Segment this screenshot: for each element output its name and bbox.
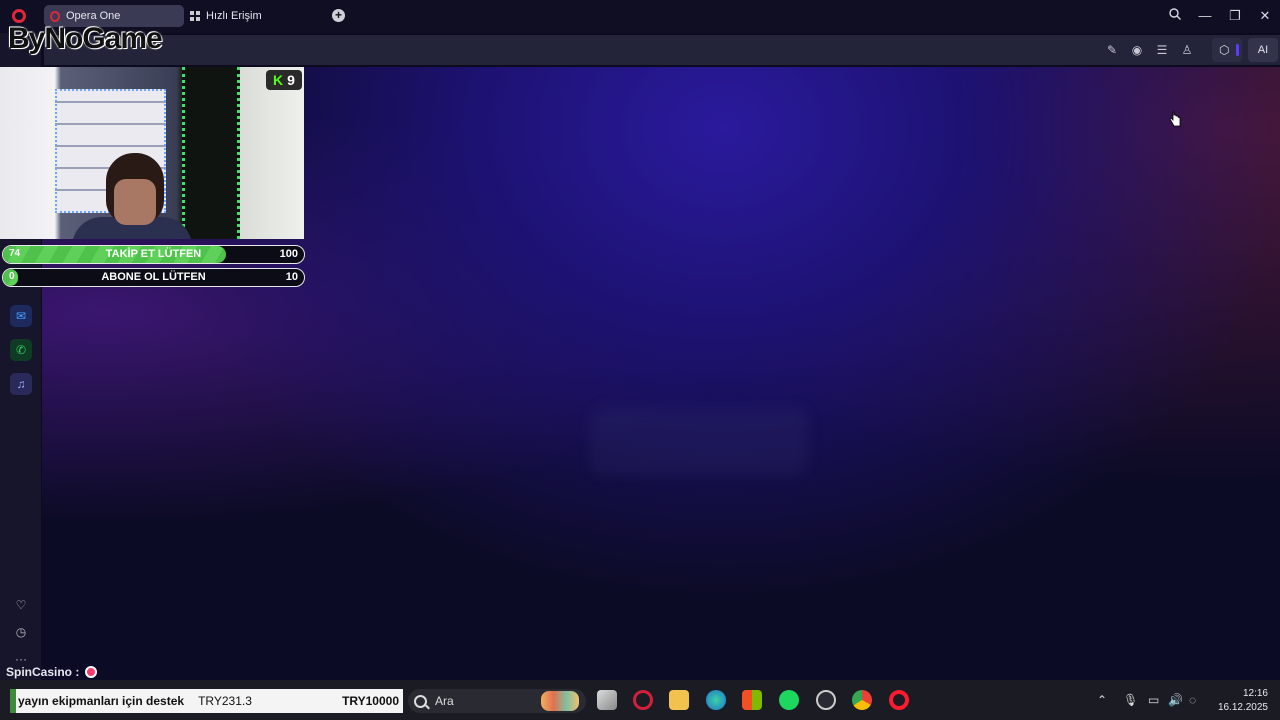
goal-max: 100 <box>279 248 298 260</box>
task-view-icon[interactable] <box>597 690 617 710</box>
donation-ticker: yayın ekipmanları için destek TRY231.3 T… <box>10 689 403 713</box>
tab-label: Opera One <box>66 10 121 22</box>
ticker-amount: TRY231.3 <box>198 694 252 708</box>
led-strip-image <box>182 67 240 239</box>
hand-cursor-icon <box>1169 111 1181 127</box>
restore-icon[interactable]: ❐ <box>1225 6 1245 26</box>
chat-username: SpinCasino : <box>6 665 80 679</box>
cube-button[interactable]: ⬡ <box>1212 38 1242 62</box>
edge-icon[interactable] <box>706 690 726 710</box>
blurred-element <box>590 407 808 475</box>
opera-tab-icon <box>50 10 60 22</box>
search-placeholder: Ara <box>435 694 454 708</box>
chat-message: SpinCasino : <box>6 665 98 679</box>
mic-icon[interactable]: 🎙 <box>1123 693 1138 707</box>
file-explorer-icon[interactable] <box>669 690 689 710</box>
chevron-up-icon[interactable]: ⌃ <box>1097 693 1107 707</box>
subscribe-goal-bar: 0 ABONE OL LÜTFEN 10 <box>2 268 305 287</box>
notification-icon[interactable]: ◌ <box>1189 693 1196 707</box>
viewer-count: 9 <box>287 72 295 88</box>
music-icon[interactable]: ♫ <box>10 373 32 395</box>
minimize-icon[interactable]: — <box>1195 6 1215 26</box>
search-highlight-image[interactable] <box>541 691 579 711</box>
whatsapp-icon[interactable]: ✆ <box>10 339 32 361</box>
accent-marker <box>1236 44 1239 56</box>
menu-icon[interactable]: ☰ <box>1154 42 1170 58</box>
streamer-face <box>114 179 156 225</box>
close-icon[interactable]: ✕ <box>1255 6 1275 26</box>
ai-button[interactable]: AI <box>1248 38 1278 62</box>
account-icon[interactable]: ♙ <box>1179 42 1195 58</box>
follow-goal-bar: 74 TAKİP ET LÜTFEN 100 <box>2 245 305 264</box>
store-icon[interactable] <box>742 690 762 710</box>
camera-icon[interactable]: ◉ <box>1129 42 1145 58</box>
kick-viewer-badge: K 9 <box>266 70 302 90</box>
cube-icon: ⬡ <box>1219 43 1230 57</box>
search-icon[interactable] <box>1165 6 1185 26</box>
ticker-text: yayın ekipmanları için destek <box>18 694 185 708</box>
goal-max: 10 <box>285 271 298 283</box>
edit-icon[interactable]: ✎ <box>1104 42 1120 58</box>
ai-label: AI <box>1257 44 1269 56</box>
search-icon <box>414 694 427 708</box>
address-bar[interactable] <box>44 35 1280 65</box>
bynogame-logo: ByNoGame <box>8 22 163 55</box>
grid-icon <box>190 11 200 21</box>
webcam-feed: K 9 <box>0 67 304 239</box>
spotify-icon[interactable] <box>779 690 799 710</box>
clock-time: 12:16 <box>1242 688 1268 699</box>
goal-label: ABONE OL LÜTFEN <box>101 271 206 283</box>
opera-logo-icon[interactable] <box>12 9 26 23</box>
opera-icon[interactable] <box>889 690 909 710</box>
network-icon[interactable]: ▭ <box>1148 693 1159 707</box>
ticker-goal: TRY10000 <box>342 694 399 708</box>
messenger-icon[interactable]: ✉ <box>10 305 32 327</box>
steam-icon[interactable] <box>816 690 836 710</box>
volume-icon[interactable]: 🔊 <box>1168 693 1183 707</box>
clock-date: 16.12.2025 <box>1217 702 1268 713</box>
title-bar: Opera One Hızlı Erişim + — ❐ ✕ <box>0 0 1280 33</box>
opera-gx-icon[interactable] <box>633 690 653 710</box>
chat-badge-icon <box>85 666 98 678</box>
goal-label: TAKİP ET LÜTFEN <box>105 248 202 260</box>
kick-icon: K <box>273 72 284 88</box>
tab-label: Hızlı Erişim <box>206 10 262 22</box>
history-icon[interactable]: ◷ <box>10 621 32 643</box>
chrome-icon[interactable] <box>852 690 872 710</box>
plus-icon[interactable]: + <box>332 9 345 22</box>
heart-icon[interactable]: ♡ <box>10 594 32 616</box>
system-clock[interactable]: 12:16 16.12.2025 <box>1212 687 1268 715</box>
tab-quick-access[interactable]: Hızlı Erişim <box>186 5 262 27</box>
